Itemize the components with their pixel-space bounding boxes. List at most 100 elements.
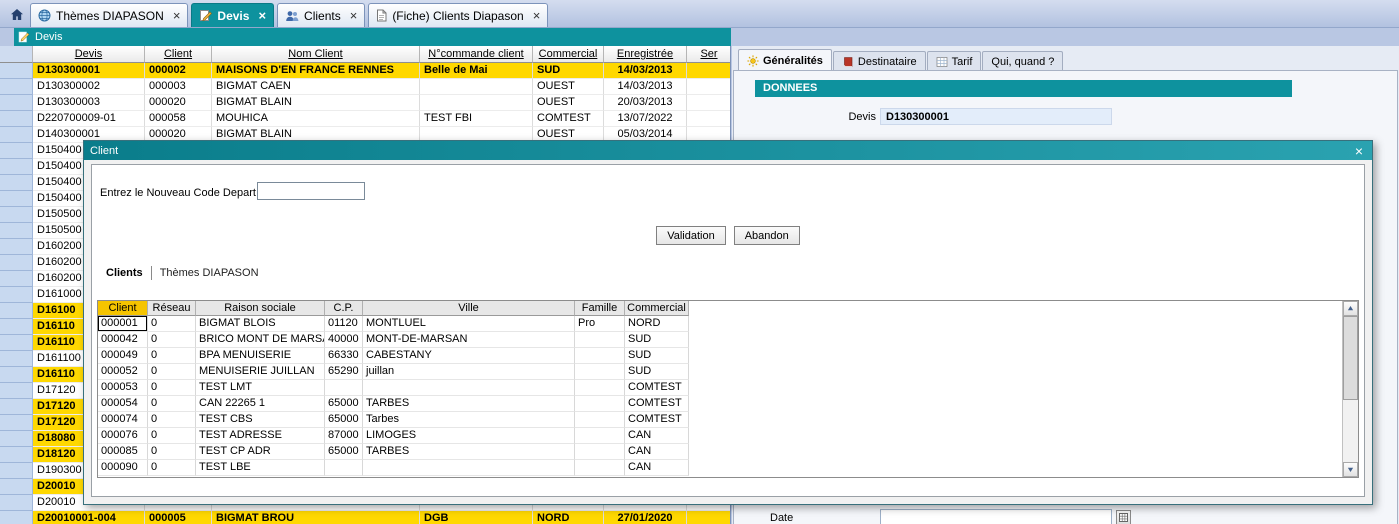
table-row[interactable]: D130300003000020BIGMAT BLAINOUEST20/03/2… [0,95,730,111]
row-selector-cell[interactable] [0,495,33,511]
abandon-button[interactable]: Abandon [734,226,800,245]
row-selector-cell[interactable] [0,127,33,143]
table-row[interactable]: 0000530TEST LMTCOMTEST [98,380,1358,396]
row-selector-cell[interactable] [0,511,33,524]
column-header-ser[interactable]: Ser [687,46,731,63]
new-code-input[interactable] [257,182,365,200]
row-selector-cell[interactable] [0,383,33,399]
tab-qui-quand[interactable]: Qui, quand ? [982,51,1063,71]
close-icon[interactable]: × [1355,144,1363,158]
row-selector-cell[interactable] [0,415,33,431]
row-selector-cell[interactable] [0,319,33,335]
table-row[interactable]: D130300001000002MAISONS D'EN FRANCE RENN… [0,63,730,79]
home-button[interactable] [4,3,30,25]
column-header-n-commande-client[interactable]: N°commande client [420,46,533,63]
table-row[interactable]: D130300002000003BIGMAT CAENOUEST14/03/20… [0,79,730,95]
row-selector-cell[interactable] [0,143,33,159]
column-header-nom-client[interactable]: Nom Client [212,46,420,63]
column-header-devis[interactable]: Devis [33,46,145,63]
column-header-client[interactable]: Client [145,46,212,63]
lookup-button[interactable] [1116,510,1131,524]
tab-th-mes-diapason[interactable]: Thèmes DIAPASON× [30,3,188,27]
row-selector-cell[interactable] [0,159,33,175]
grid-cell: 20/03/2013 [604,95,687,111]
validation-button[interactable]: Validation [656,226,726,245]
dialog-body: Entrez le Nouveau Code Depart : Validati… [91,164,1365,497]
row-selector-cell[interactable] [0,399,33,415]
table-row[interactable]: 0000900TEST LBECAN [98,460,1358,476]
tab-destinataire[interactable]: Destinataire [833,51,926,71]
grid-cell: 14/03/2013 [604,79,687,95]
tab-close-icon[interactable]: × [173,8,181,23]
column-header-c-p[interactable]: C.P. [325,301,363,316]
row-selector-cell[interactable] [0,287,33,303]
tab-close-icon[interactable]: × [533,8,541,23]
column-header-ville[interactable]: Ville [363,301,575,316]
grid-cell [575,332,625,348]
column-header-enregistr-e[interactable]: Enregistrée [604,46,687,63]
tab-fiche-clients-diapason[interactable]: (Fiche) Clients Diapason× [368,3,548,27]
tab-clients[interactable]: Clients× [277,3,365,27]
column-header-commercial[interactable]: Commercial [533,46,604,63]
arrow-down-icon [1347,466,1354,473]
tab-g-n-ralit-s[interactable]: Généralités [738,49,832,71]
row-selector-cell[interactable] [0,95,33,111]
dialog-title-bar[interactable]: Client × [84,141,1372,160]
tab-devis[interactable]: Devis× [191,3,274,27]
column-header-raison-sociale[interactable]: Raison sociale [196,301,325,316]
table-row[interactable]: 0000850TEST CP ADR65000TARBESCAN [98,444,1358,460]
row-selector-cell[interactable] [0,271,33,287]
table-row[interactable]: 0000540CAN 22265 165000TARBESCOMTEST [98,396,1358,412]
tab-tarif[interactable]: Tarif [927,51,982,71]
vertical-scrollbar[interactable] [1342,301,1358,477]
grid-cell: SUD [625,348,689,364]
column-header-r-seau[interactable]: Réseau [148,301,196,316]
table-row[interactable]: D20010001-004000005BIGMAT BROUDGBNORD27/… [0,511,730,524]
grid-cell: 000049 [98,348,148,364]
row-selector-cell[interactable] [0,479,33,495]
row-selector-cell[interactable] [0,239,33,255]
grid-cell: 000052 [98,364,148,380]
table-row[interactable]: D220700009-01000058MOUHICATEST FBICOMTES… [0,111,730,127]
row-selector-cell[interactable] [0,303,33,319]
row-selector-cell[interactable] [0,431,33,447]
date-field-value[interactable] [880,509,1112,524]
grid-cell: 000074 [98,412,148,428]
row-selector-cell[interactable] [0,255,33,271]
tab-close-icon[interactable]: × [258,8,266,23]
grid-cell: 000054 [98,396,148,412]
tab-th-mes-diapason[interactable]: Thèmes DIAPASON [154,267,265,279]
row-selector-cell[interactable] [0,63,33,79]
row-selector-cell[interactable] [0,463,33,479]
row-selector-cell[interactable] [0,335,33,351]
table-row[interactable]: 0000010BIGMAT BLOIS01120MONTLUELProNORD [98,316,1358,332]
grid-cell: D130300002 [33,79,145,95]
column-header-client[interactable]: Client [98,301,148,316]
grid-cell: 14/03/2013 [604,63,687,79]
row-selector-cell[interactable] [0,223,33,239]
table-row[interactable]: 0000490BPA MENUISERIE66330CABESTANYSUD [98,348,1358,364]
column-header-famille[interactable]: Famille [575,301,625,316]
tab-close-icon[interactable]: × [350,8,358,23]
tab-clients[interactable]: Clients [100,267,149,279]
scroll-up-button[interactable] [1343,301,1358,316]
row-selector-cell[interactable] [0,79,33,95]
grid-cell: 0 [148,332,196,348]
sheet-icon [936,56,948,68]
row-selector-cell[interactable] [0,207,33,223]
table-row[interactable]: 0000740TEST CBS65000TarbesCOMTEST [98,412,1358,428]
scrollbar-thumb[interactable] [1343,316,1358,400]
row-selector-cell[interactable] [0,447,33,463]
scroll-down-button[interactable] [1343,462,1358,477]
row-selector-cell[interactable] [0,351,33,367]
row-selector-cell[interactable] [0,175,33,191]
row-selector-cell[interactable] [0,111,33,127]
grid-cell: 000076 [98,428,148,444]
table-row[interactable]: 0000420BRICO MONT DE MARSA40000MONT-DE-M… [98,332,1358,348]
grid-cell: 000085 [98,444,148,460]
table-row[interactable]: 0000760TEST ADRESSE87000LIMOGESCAN [98,428,1358,444]
table-row[interactable]: 0000520MENUISERIE JUILLAN65290juillanSUD [98,364,1358,380]
row-selector-cell[interactable] [0,367,33,383]
column-header-commercial[interactable]: Commercial [625,301,689,316]
row-selector-cell[interactable] [0,191,33,207]
